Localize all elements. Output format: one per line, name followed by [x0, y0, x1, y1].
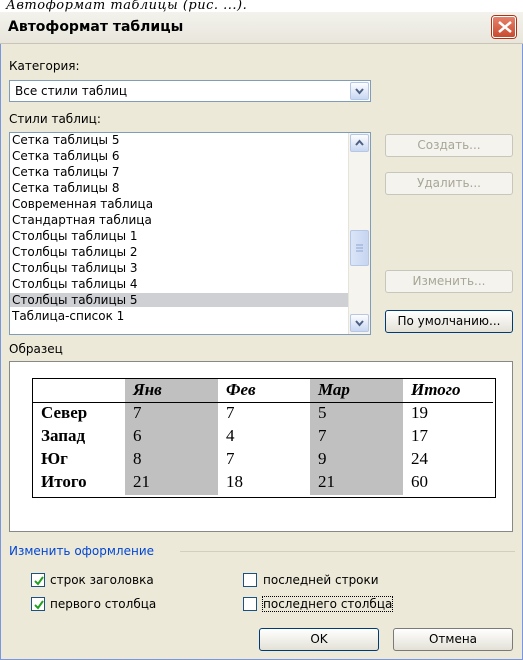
styles-scrollbar[interactable] — [348, 133, 370, 334]
checkmark-icon — [34, 576, 44, 586]
category-select[interactable]: Все стили таблиц — [9, 80, 371, 102]
table-cell: 18 — [226, 472, 243, 491]
list-item[interactable]: Сетка таблицы 8 — [10, 181, 351, 195]
list-item[interactable]: Современная таблица — [10, 197, 351, 211]
list-item[interactable]: Столбцы таблицы 3 — [10, 261, 351, 275]
scroll-thumb[interactable] — [350, 230, 369, 266]
styles-listbox[interactable]: Сетка таблицы 5 Сетка таблицы 6 Сетка та… — [9, 132, 371, 335]
chevron-down-icon — [355, 320, 364, 327]
styles-label: Стили таблиц: — [9, 112, 101, 126]
header-cell: Итого — [411, 380, 461, 399]
first-column-checkbox[interactable] — [31, 597, 45, 611]
list-item[interactable]: Столбцы таблицы 2 — [10, 245, 351, 259]
default-button[interactable]: По умолчанию... — [385, 310, 513, 333]
preview-label: Образец — [9, 342, 63, 356]
table-cell: 4 — [226, 426, 235, 445]
list-item[interactable]: Таблица-список 1 — [10, 309, 351, 323]
header-cell: Фев — [226, 380, 256, 399]
header-rows-checkbox[interactable] — [31, 573, 45, 587]
table-cell: 19 — [411, 403, 428, 422]
category-value: Все стили таблиц — [15, 84, 128, 98]
header-rows-label[interactable]: строк заголовка — [50, 573, 154, 587]
close-button[interactable] — [492, 16, 516, 38]
autoformat-dialog — [0, 12, 523, 660]
header-cell: Мар — [318, 380, 350, 399]
preview-box: Янв Фев Мар Итого Север 7 7 5 19 Запад 6… — [9, 361, 513, 532]
list-item-selected[interactable]: Столбцы таблицы 5 — [10, 293, 351, 307]
last-column-checkbox[interactable] — [243, 597, 257, 611]
modify-button[interactable]: Изменить... — [385, 270, 513, 293]
create-button[interactable]: Создать... — [385, 134, 513, 157]
table-cell: 7 — [226, 403, 235, 422]
list-item[interactable]: Сетка таблицы 7 — [10, 165, 351, 179]
list-item[interactable]: Стандартная таблица — [10, 213, 351, 227]
row-label: Север — [41, 403, 88, 422]
last-column-label[interactable]: последнего столбца — [261, 596, 394, 612]
close-icon — [498, 21, 512, 33]
row-label: Запад — [41, 426, 86, 445]
table-cell: 7 — [318, 426, 327, 445]
list-item[interactable]: Сетка таблицы 6 — [10, 149, 351, 163]
format-group-label: Изменить оформление — [9, 544, 155, 558]
grip-icon — [356, 244, 363, 252]
table-cell: 21 — [318, 472, 335, 491]
category-dropdown-button[interactable] — [350, 82, 369, 100]
first-column-label[interactable]: первого столбца — [50, 597, 156, 611]
list-item[interactable]: Столбцы таблицы 4 — [10, 277, 351, 291]
group-divider — [180, 551, 515, 552]
scroll-down-button[interactable] — [350, 314, 369, 332]
last-row-checkbox[interactable] — [243, 573, 257, 587]
header-cell: Янв — [133, 380, 162, 399]
table-cell: 24 — [411, 449, 428, 468]
chevron-down-icon — [355, 88, 364, 95]
list-item[interactable]: Столбцы таблицы 1 — [10, 229, 351, 243]
table-cell: 17 — [411, 426, 428, 445]
table-cell: 6 — [133, 426, 142, 445]
delete-button[interactable]: Удалить... — [385, 172, 513, 195]
row-label: Итого — [41, 472, 87, 491]
table-cell: 7 — [133, 403, 142, 422]
last-row-label[interactable]: последней строки — [263, 573, 379, 587]
table-cell: 9 — [318, 449, 327, 468]
chevron-up-icon — [355, 139, 364, 146]
table-cell: 7 — [226, 449, 235, 468]
table-cell: 60 — [411, 472, 428, 491]
table-cell: 21 — [133, 472, 150, 491]
caption-text: Автоформат таблицы (рис. ...). — [6, 0, 248, 12]
list-item[interactable]: Сетка таблицы 5 — [10, 133, 351, 147]
row-label: Юг — [41, 449, 68, 468]
table-cell: 5 — [318, 403, 327, 422]
category-label: Категория: — [9, 59, 80, 73]
cancel-button[interactable]: Отмена — [393, 628, 513, 651]
table-cell: 8 — [133, 449, 142, 468]
scroll-up-button[interactable] — [350, 134, 369, 152]
preview-table: Янв Фев Мар Итого Север 7 7 5 19 Запад 6… — [32, 378, 496, 498]
ok-button[interactable]: OK — [259, 628, 379, 651]
dialog-title: Автоформат таблицы — [8, 19, 184, 35]
checkmark-icon — [34, 600, 44, 610]
